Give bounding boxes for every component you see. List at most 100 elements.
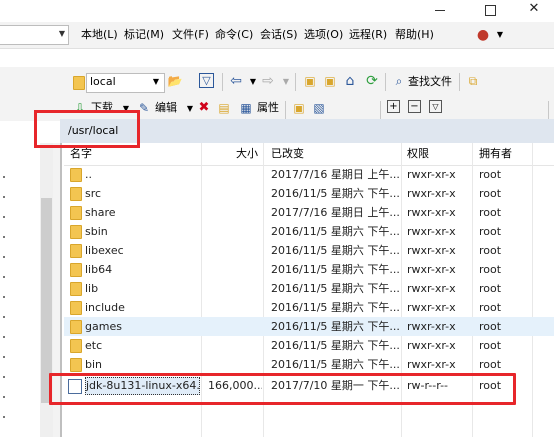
menu-session[interactable]: 会话(S) xyxy=(259,26,299,44)
table-row[interactable]: sbin 2016/11/5 星期六 下午... rwxr-xr-x root xyxy=(64,222,554,241)
maximize-button[interactable] xyxy=(470,0,510,20)
table-row[interactable]: src 2016/11/5 星期六 下午... rwxr-xr-x root xyxy=(64,184,554,203)
filter-icon[interactable]: ▽ xyxy=(199,73,214,88)
menu-local[interactable]: 本地(L) xyxy=(80,26,119,44)
toolbar-separator xyxy=(222,73,223,91)
chevron-down-icon[interactable]: ▼ xyxy=(492,27,508,43)
cell-modified: 2016/11/5 星期六 下午... xyxy=(271,282,400,295)
cell-name: libexec xyxy=(85,244,124,257)
cell-size xyxy=(208,184,262,203)
cell-permissions: rwxr-xr-x xyxy=(407,187,456,200)
folder-icon xyxy=(70,187,82,201)
folder-icon xyxy=(70,339,82,353)
table-row[interactable]: lib 2016/11/5 星期六 下午... rwxr-xr-x root xyxy=(64,279,554,298)
file-highlight-annotation xyxy=(49,373,516,405)
cell-modified: 2016/11/5 星期六 下午... xyxy=(271,244,400,257)
cell-size xyxy=(208,355,262,374)
cell-name: .. xyxy=(85,168,92,181)
sync-icon[interactable]: ⧉ xyxy=(465,73,481,89)
cell-name: games xyxy=(85,320,122,333)
chevron-down-icon[interactable]: ▼ xyxy=(245,74,261,90)
cell-modified: 2016/11/5 星期六 下午... xyxy=(271,187,400,200)
cell-permissions: rwxr-xr-x xyxy=(407,301,456,314)
tree-dot xyxy=(3,176,5,178)
cell-permissions: rwxr-xr-x xyxy=(407,206,456,219)
cell-size xyxy=(208,336,262,355)
root-folder-icon[interactable]: ▣ xyxy=(322,73,338,89)
cell-size xyxy=(208,317,262,336)
menu-remote[interactable]: 远程(R) xyxy=(348,26,388,44)
tree-dot xyxy=(3,336,5,338)
cell-size xyxy=(208,203,262,222)
cell-permissions: rwxr-xr-x xyxy=(407,168,456,181)
cell-size xyxy=(208,165,262,184)
chevron-down-icon[interactable]: ▼ xyxy=(148,74,164,90)
table-row[interactable]: include 2016/11/5 星期六 下午... rwxr-xr-x root xyxy=(64,298,554,317)
filter-icon[interactable]: ▽ xyxy=(429,100,442,113)
parent-folder-icon xyxy=(70,168,82,182)
table-row[interactable]: lib64 2016/11/5 星期六 下午... rwxr-xr-x root xyxy=(64,260,554,279)
cell-modified: 2016/11/5 星期六 下午... xyxy=(271,339,400,352)
cell-name: etc xyxy=(85,339,103,352)
folder-icon xyxy=(70,206,82,220)
toolbar-separator xyxy=(380,101,381,119)
chevron-down-icon[interactable]: ▼ xyxy=(278,74,294,90)
rename-icon[interactable]: ▤ xyxy=(216,100,232,116)
properties-button[interactable]: 属性 xyxy=(257,99,279,117)
cell-name: lib64 xyxy=(85,263,113,276)
find-files-button[interactable]: 查找文件 xyxy=(408,73,452,91)
table-row[interactable]: libexec 2016/11/5 星期六 下午... rwxr-xr-x root xyxy=(64,241,554,260)
menu-file[interactable]: 文件(F) xyxy=(171,26,210,44)
cell-owner: root xyxy=(479,263,502,276)
tree-dot xyxy=(3,216,5,218)
new-file-icon[interactable]: ▧ xyxy=(311,100,327,116)
table-row[interactable]: etc 2016/11/5 星期六 下午... rwxr-xr-x root xyxy=(64,336,554,355)
cell-permissions: rwxr-xr-x xyxy=(407,225,456,238)
minus-icon[interactable]: − xyxy=(408,100,421,113)
cell-owner: root xyxy=(479,358,502,371)
column-permissions[interactable]: 权限 xyxy=(407,143,429,166)
minimize-button[interactable] xyxy=(420,0,460,20)
column-owner[interactable]: 拥有者 xyxy=(479,143,512,166)
edit-button[interactable]: 编辑 xyxy=(155,99,177,117)
table-row[interactable]: bin 2016/11/5 星期六 下午... rwxr-xr-x root xyxy=(64,355,554,374)
back-arrow-icon[interactable]: ⇦ xyxy=(228,73,244,89)
home-icon[interactable]: ⌂ xyxy=(342,73,358,89)
column-size[interactable]: 大小 xyxy=(236,143,258,166)
cell-modified: 2016/11/5 星期六 下午... xyxy=(271,320,400,333)
path-highlight-annotation xyxy=(34,110,140,148)
toolbar-separator xyxy=(459,73,460,91)
connect-icon[interactable]: ● xyxy=(475,27,491,43)
table-row[interactable]: .. 2017/7/16 星期日 上午... rwxr-xr-x root xyxy=(64,165,554,184)
plus-icon[interactable]: + xyxy=(387,100,400,113)
chevron-down-icon[interactable]: ▼ xyxy=(56,26,68,42)
cell-owner: root xyxy=(479,206,502,219)
refresh-icon[interactable]: ⟳ xyxy=(364,73,380,89)
cell-modified: 2016/11/5 星期六 下午... xyxy=(271,358,400,371)
cell-owner: root xyxy=(479,187,502,200)
cell-size xyxy=(208,241,262,260)
menu-command[interactable]: 命令(C) xyxy=(214,26,254,44)
forward-arrow-icon[interactable]: ⇨ xyxy=(260,73,276,89)
search-icon[interactable]: ⌕ xyxy=(391,73,407,89)
cell-modified: 2017/7/16 星期日 上午... xyxy=(271,206,400,219)
folder-icon xyxy=(70,358,82,372)
menu-help[interactable]: 帮助(H) xyxy=(394,26,435,44)
cell-owner: root xyxy=(479,282,502,295)
delete-icon[interactable]: ✖ xyxy=(196,100,212,116)
tree-dot xyxy=(3,196,5,198)
menu-options[interactable]: 选项(O) xyxy=(303,26,344,44)
table-row[interactable]: share 2017/7/16 星期日 上午... rwxr-xr-x root xyxy=(64,203,554,222)
column-modified[interactable]: 已改变 xyxy=(271,143,304,166)
menu-mark[interactable]: 标记(M) xyxy=(123,26,165,44)
new-folder-icon[interactable]: ▣ xyxy=(291,100,307,116)
parent-folder-icon[interactable]: ▣ xyxy=(302,73,318,89)
table-row[interactable]: games 2016/11/5 星期六 下午... rwxr-xr-x root xyxy=(64,317,554,336)
cell-name: sbin xyxy=(85,225,108,238)
toolbar-separator xyxy=(548,101,549,119)
properties-icon[interactable]: ▦ xyxy=(238,100,254,116)
folder-icon xyxy=(70,301,82,315)
cell-name: bin xyxy=(85,358,103,371)
open-folder-icon[interactable]: 📂 xyxy=(167,73,183,89)
close-button[interactable]: ✕ xyxy=(514,0,554,20)
